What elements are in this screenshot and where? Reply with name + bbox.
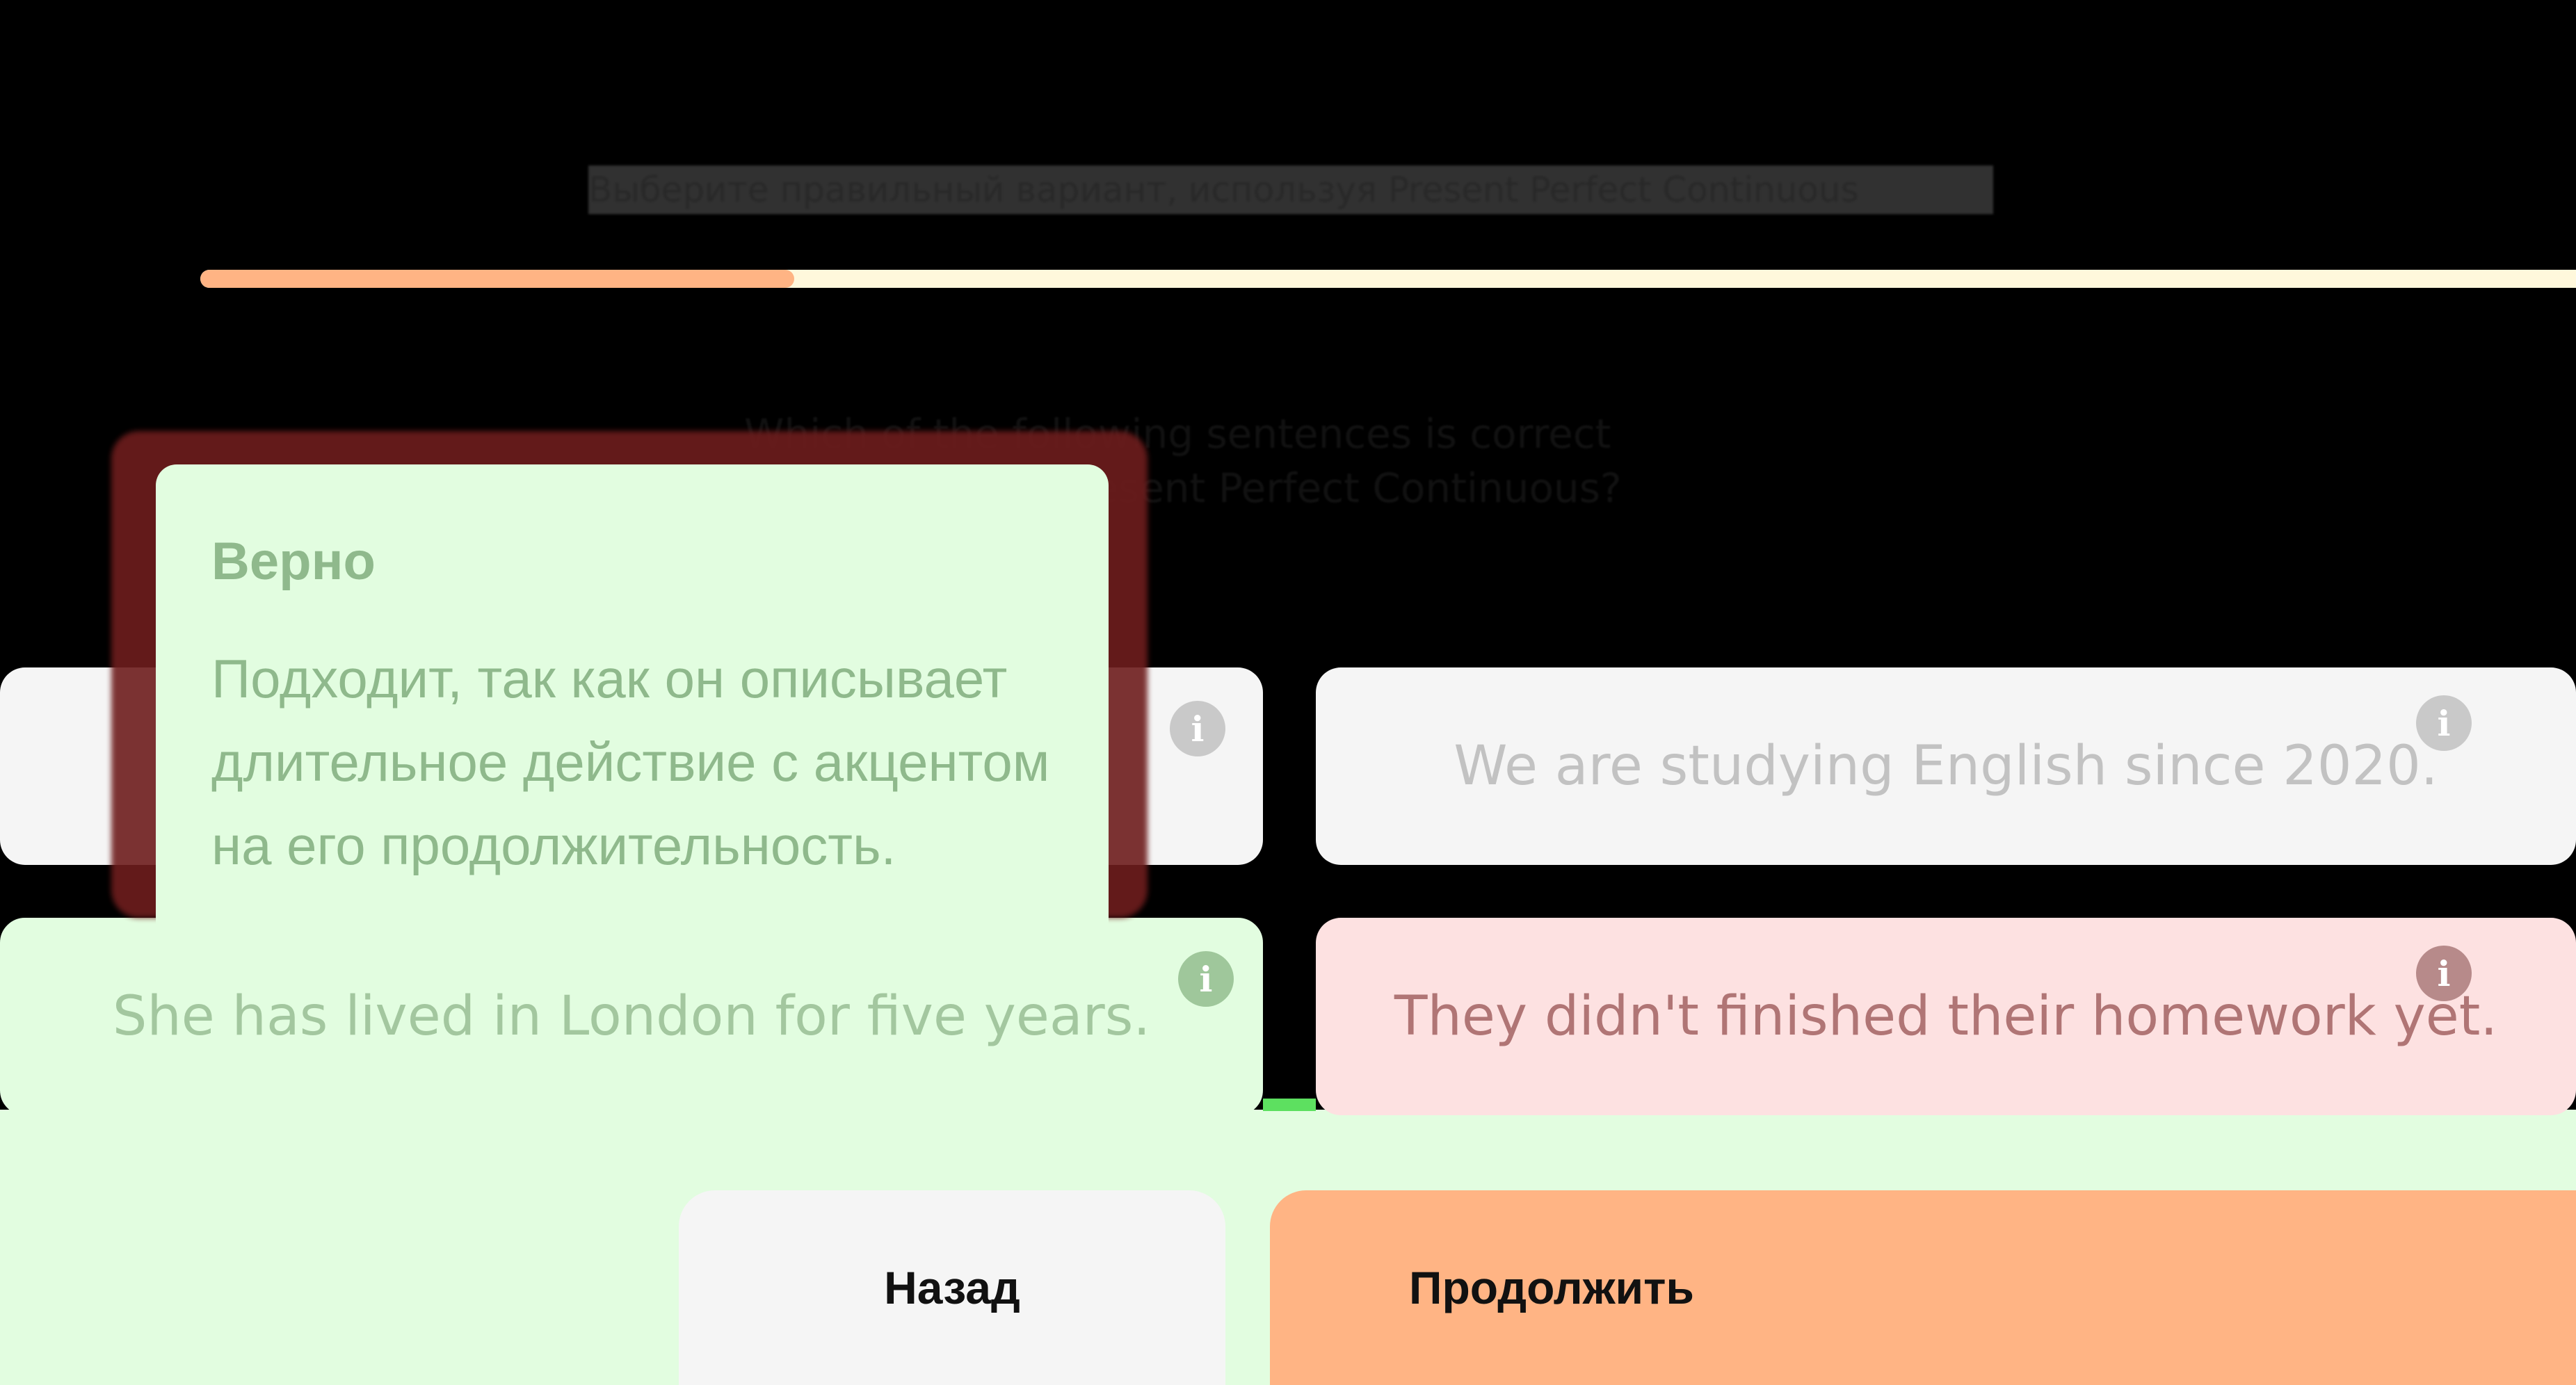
info-icon[interactable]: i: [2416, 695, 2472, 751]
quiz-subtitle: Выберите правильный вариант, используя P…: [588, 165, 1993, 214]
answer-option-3-label: She has lived in London for five years.: [112, 985, 1151, 1048]
progress-bar-fill: [200, 270, 794, 288]
tooltip-title: Верно: [211, 532, 376, 591]
info-icon[interactable]: i: [2416, 946, 2472, 1001]
next-button-extension: [1753, 1190, 2576, 1385]
continue-button[interactable]: Продолжить: [1270, 1190, 1833, 1385]
progress-bar: [200, 270, 2576, 288]
quiz-screen: Выберите правильный вариант, используя P…: [0, 0, 2576, 1385]
highlight-notch: [1263, 1099, 1316, 1111]
answer-option-4-label: They didn't finished their homework yet.: [1394, 985, 2498, 1048]
info-icon[interactable]: i: [1178, 951, 1234, 1007]
answer-option-4[interactable]: They didn't finished their homework yet.…: [1316, 918, 2576, 1115]
answer-option-2[interactable]: We are studying English since 2020. i: [1316, 667, 2576, 865]
back-button[interactable]: Назад: [679, 1190, 1225, 1385]
info-icon[interactable]: i: [1170, 701, 1225, 756]
tooltip-text: Подходит, так как он описывает длительно…: [211, 648, 1050, 876]
answer-option-2-label: We are studying English since 2020.: [1454, 735, 2438, 797]
explanation-tooltip: Верно Подходит, так как он описывает дли…: [156, 464, 1109, 990]
